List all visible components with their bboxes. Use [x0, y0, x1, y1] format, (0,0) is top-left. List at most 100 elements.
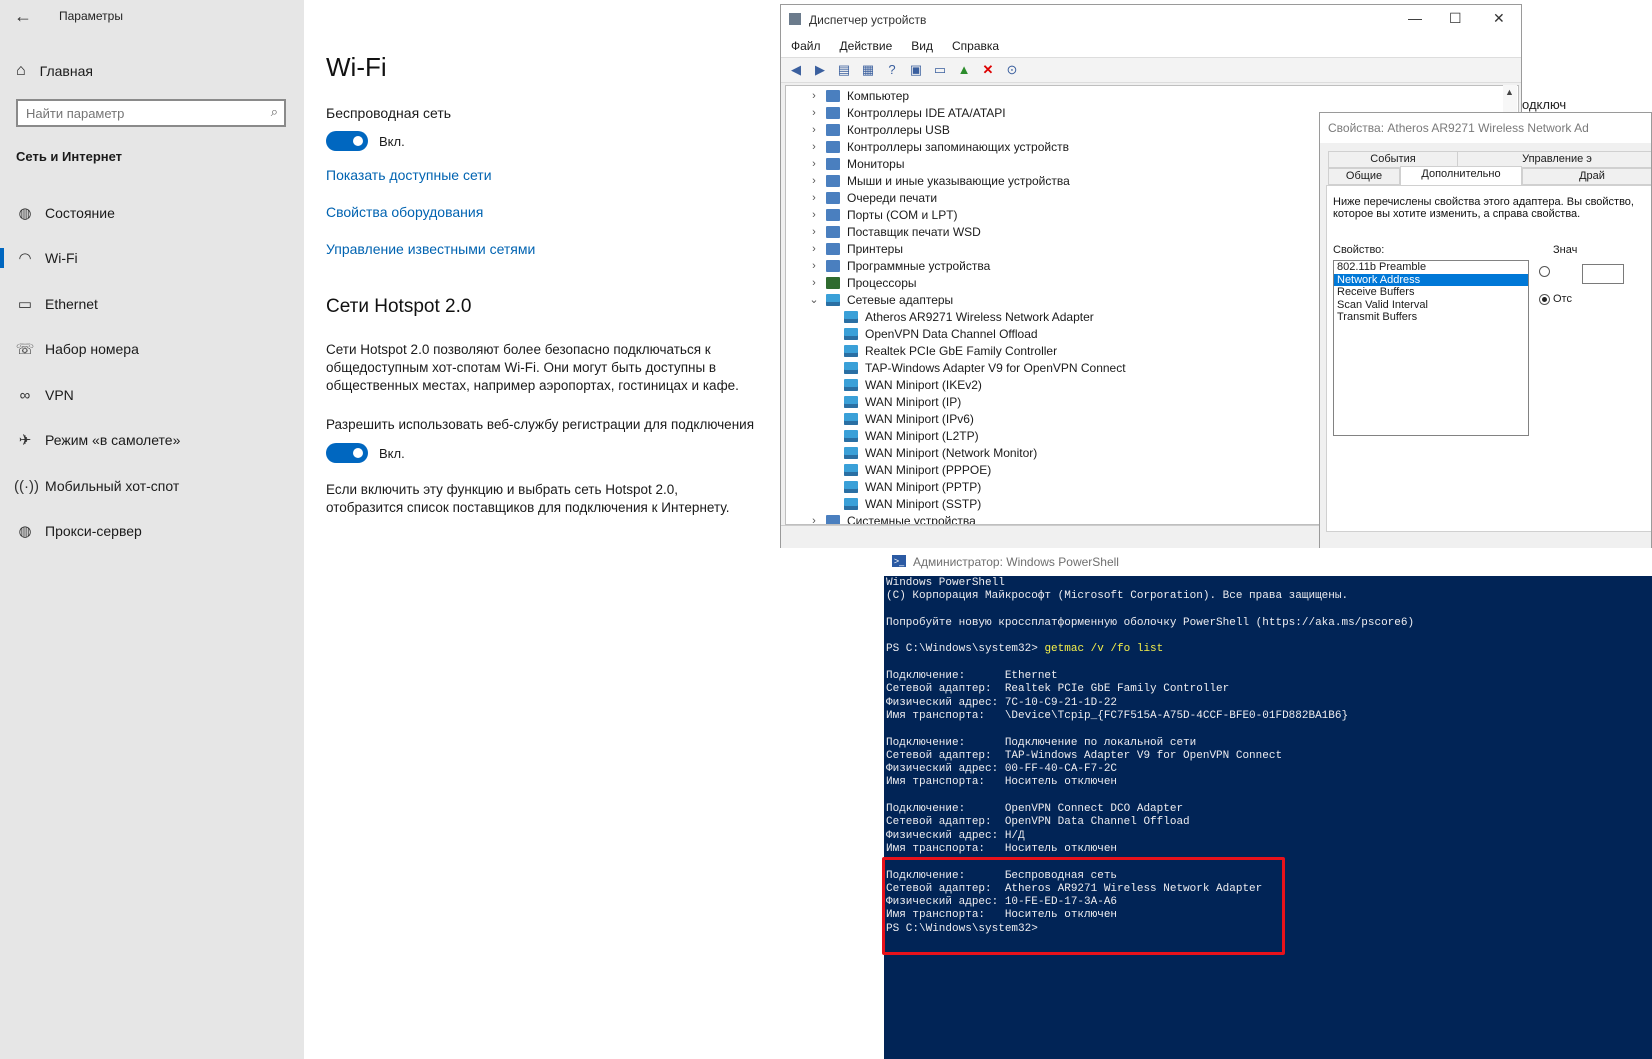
- back-icon[interactable]: ◀: [787, 62, 805, 78]
- nav-item-airplane[interactable]: ✈ Режим «в самолете»: [0, 423, 304, 457]
- value-input[interactable]: [1582, 264, 1624, 284]
- show-networks-link[interactable]: Показать доступные сети: [326, 167, 492, 183]
- nav-item-status[interactable]: ◍ Состояние: [0, 196, 304, 230]
- menu-view[interactable]: Вид: [901, 35, 942, 57]
- menu-help[interactable]: Справка: [942, 35, 1008, 57]
- nav-item-vpn[interactable]: ∞ VPN: [0, 378, 304, 412]
- home-nav-item[interactable]: ⌂ Главная: [16, 58, 93, 84]
- tab-driver[interactable]: Драй: [1522, 168, 1651, 185]
- tree-category[interactable]: › Принтеры: [808, 240, 903, 257]
- tree-category[interactable]: › Процессоры: [808, 274, 916, 291]
- chevron-right-icon[interactable]: ›: [808, 90, 820, 102]
- chevron-right-icon[interactable]: ›: [808, 141, 820, 153]
- tree-category[interactable]: › Мониторы: [808, 155, 904, 172]
- disable-device-icon[interactable]: ⊙: [1003, 62, 1021, 78]
- tree-device[interactable]: WAN Miniport (PPPOE): [844, 461, 991, 478]
- chevron-right-icon[interactable]: ›: [808, 209, 820, 221]
- tree-category[interactable]: › Поставщик печати WSD: [808, 223, 981, 240]
- tab-general[interactable]: Общие: [1328, 168, 1400, 185]
- property-list[interactable]: 802.11b Preamble Network Address Receive…: [1333, 260, 1529, 436]
- tree-category[interactable]: › Программные устройства: [808, 257, 990, 274]
- tree-device[interactable]: WAN Miniport (SSTP): [844, 495, 981, 512]
- hardware-properties-link[interactable]: Свойства оборудования: [326, 204, 483, 220]
- tab-advanced[interactable]: Дополнительно: [1400, 166, 1522, 186]
- chevron-right-icon[interactable]: ›: [808, 158, 820, 170]
- wireless-toggle[interactable]: [326, 131, 368, 151]
- chevron-right-icon[interactable]: ›: [808, 124, 820, 136]
- menu-file[interactable]: Файл: [781, 35, 830, 57]
- chevron-right-icon[interactable]: ›: [808, 515, 820, 525]
- close-icon[interactable]: ✕: [1493, 10, 1505, 27]
- computer-icon: [826, 89, 840, 102]
- ethernet-icon: ▭: [17, 296, 33, 313]
- absent-radio[interactable]: [1539, 294, 1550, 305]
- tree-device[interactable]: TAP-Windows Adapter V9 for OpenVPN Conne…: [844, 359, 1126, 376]
- manage-known-networks-link[interactable]: Управление известными сетями: [326, 241, 535, 257]
- nav-item-proxy[interactable]: ◍ Прокси-сервер: [0, 514, 304, 548]
- nav-label: Ethernet: [45, 296, 98, 312]
- scroll-up-icon[interactable]: ▲: [1505, 87, 1514, 97]
- wireless-label: Беспроводная сеть: [326, 105, 452, 121]
- uninstall-icon[interactable]: ✕: [979, 62, 997, 78]
- background-window-text: одключ: [1522, 97, 1567, 112]
- nav-item-ethernet[interactable]: ▭ Ethernet: [0, 287, 304, 321]
- tree-category[interactable]: › Очереди печати: [808, 189, 937, 206]
- list-item[interactable]: Transmit Buffers: [1334, 311, 1528, 324]
- window-title: Диспетчер устройств: [809, 13, 927, 27]
- tree-category[interactable]: › Компьютер: [808, 87, 909, 104]
- tree-category[interactable]: › Мыши и иные указывающие устройства: [808, 172, 1070, 189]
- property-label: Свойство:: [1333, 244, 1385, 256]
- chevron-right-icon[interactable]: ›: [808, 243, 820, 255]
- tree-device[interactable]: WAN Miniport (PPTP): [844, 478, 981, 495]
- properties-icon[interactable]: ▦: [859, 62, 877, 78]
- back-arrow-icon[interactable]: ←: [14, 6, 32, 27]
- tree-device[interactable]: OpenVPN Data Channel Offload: [844, 325, 1038, 342]
- update-driver-icon[interactable]: ▲: [955, 62, 973, 78]
- nav-item-wifi[interactable]: ◠ Wi-Fi: [0, 241, 304, 275]
- absent-label: Отс: [1553, 293, 1572, 305]
- device-label: WAN Miniport (PPTP): [865, 479, 982, 494]
- chevron-right-icon[interactable]: ›: [808, 107, 820, 119]
- chevron-right-icon[interactable]: ›: [808, 192, 820, 204]
- chevron-right-icon[interactable]: ›: [808, 226, 820, 238]
- tree-category-expanded[interactable]: ⌄ Сетевые адаптеры: [808, 291, 953, 308]
- chevron-right-icon[interactable]: ›: [808, 260, 820, 272]
- allow-registration-toggle[interactable]: [326, 443, 368, 463]
- tree-device[interactable]: Atheros AR9271 Wireless Network Adapter: [844, 308, 1094, 325]
- chevron-down-icon[interactable]: ⌄: [808, 293, 820, 306]
- tree-category[interactable]: › Системные устройства: [808, 512, 976, 525]
- nav-item-hotspot[interactable]: ((·)) Мобильный хот-спот: [0, 469, 304, 503]
- help-icon[interactable]: ?: [883, 62, 901, 78]
- tree-category[interactable]: › Порты (COM и LPT): [808, 206, 957, 223]
- chevron-right-icon[interactable]: ›: [808, 277, 820, 289]
- scan-hardware-icon[interactable]: ▭: [931, 62, 949, 78]
- list-item[interactable]: 802.11b Preamble: [1334, 261, 1528, 274]
- tree-device[interactable]: WAN Miniport (Network Monitor): [844, 444, 1037, 461]
- tree-device[interactable]: WAN Miniport (L2TP): [844, 427, 979, 444]
- tree-category[interactable]: › Контроллеры USB: [808, 121, 950, 138]
- powershell-window[interactable]: >_ Администратор: Windows PowerShell Win…: [884, 548, 1652, 1059]
- tree-category[interactable]: › Контроллеры IDE ATA/ATAPI: [808, 104, 1006, 121]
- tree-device[interactable]: WAN Miniport (IKEv2): [844, 376, 982, 393]
- list-item-selected[interactable]: Network Address: [1334, 273, 1528, 286]
- search-input[interactable]: [18, 101, 264, 125]
- view-icon[interactable]: ▣: [907, 62, 925, 78]
- minimize-icon[interactable]: —: [1408, 10, 1422, 26]
- tree-device[interactable]: WAN Miniport (IPv6): [844, 410, 974, 427]
- device-label: OpenVPN Data Channel Offload: [865, 326, 1038, 341]
- search-icon[interactable]: ⌕: [271, 104, 278, 120]
- show-hide-tree-icon[interactable]: ▤: [835, 62, 853, 78]
- list-item[interactable]: Receive Buffers: [1334, 286, 1528, 299]
- value-radio[interactable]: [1539, 266, 1550, 277]
- search-box[interactable]: ⌕: [16, 99, 286, 127]
- list-item[interactable]: Scan Valid Interval: [1334, 299, 1528, 312]
- hotspot-icon: ((·)): [14, 477, 39, 495]
- chevron-right-icon[interactable]: ›: [808, 175, 820, 187]
- tree-device[interactable]: WAN Miniport (IP): [844, 393, 961, 410]
- maximize-icon[interactable]: ☐: [1449, 10, 1462, 27]
- forward-icon[interactable]: ▶: [811, 62, 829, 78]
- nav-item-dialup[interactable]: ☏ Набор номера: [0, 332, 304, 366]
- tree-device[interactable]: Realtek PCIe GbE Family Controller: [844, 342, 1057, 359]
- menu-action[interactable]: Действие: [830, 35, 902, 57]
- tree-category[interactable]: › Контроллеры запоминающих устройств: [808, 138, 1069, 155]
